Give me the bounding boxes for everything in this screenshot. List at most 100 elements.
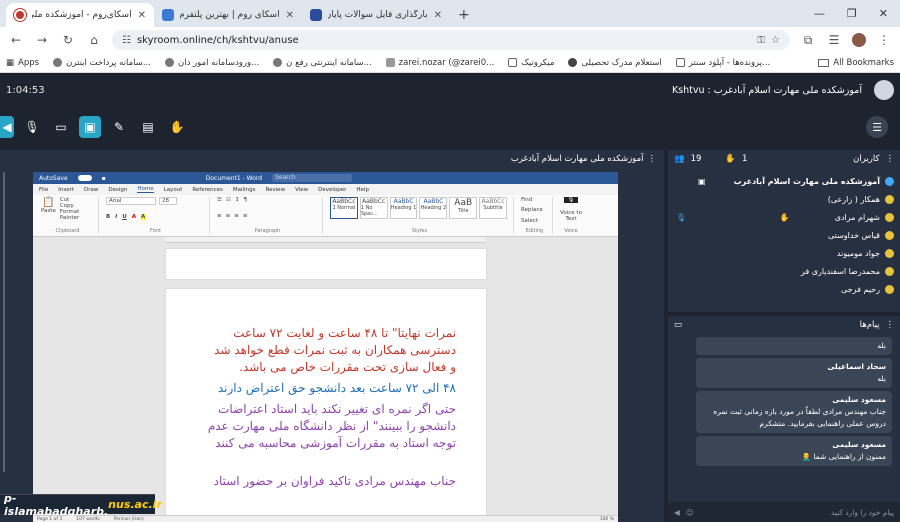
numbering-icon[interactable]: ☷ <box>226 197 231 203</box>
align-right-icon[interactable]: ≡ <box>234 213 239 219</box>
zoom-level[interactable]: 100 % <box>600 517 614 522</box>
user-row[interactable]: محمدرضا اسفندیاری فر <box>668 262 900 280</box>
site-info-icon[interactable]: ☷ <box>122 35 131 46</box>
user-row[interactable]: جواد مومیوند <box>668 244 900 262</box>
user-row[interactable]: قیاس خداوستی <box>668 226 900 244</box>
ribbon-tab-file[interactable]: File <box>39 187 48 193</box>
user-row[interactable]: ▣ آموزشکده ملی مهارت اسلام آبادغرب <box>668 172 900 190</box>
select-button[interactable]: Select <box>521 218 548 224</box>
bookmark-item[interactable]: استعلام مدرک تحصیلی <box>568 58 662 68</box>
font-color-icon[interactable]: A <box>132 214 136 220</box>
ribbon-tab-layout[interactable]: Layout <box>164 187 183 193</box>
raise-hand-icon[interactable]: ✋ <box>166 116 188 138</box>
reading-list-icon[interactable]: ☰ <box>826 33 842 47</box>
emoji-icon[interactable]: ☺ <box>686 508 694 517</box>
ribbon-tab-home[interactable]: Home <box>137 186 154 193</box>
browser-tab-skyroom[interactable]: اسکای‌روم - آموزشکده ملی مه ✕ <box>6 3 154 27</box>
ribbon-tab-draw[interactable]: Draw <box>84 187 98 193</box>
camera-off-icon[interactable]: ▭ <box>50 116 72 138</box>
back-icon[interactable]: ← <box>8 33 24 47</box>
voice-to-text-button[interactable]: Voice to Text <box>560 210 582 222</box>
ribbon-tab-developer[interactable]: Developer <box>318 187 346 193</box>
close-tab-icon[interactable]: ✕ <box>138 10 146 21</box>
underline-icon[interactable]: U <box>122 214 126 220</box>
user-row[interactable]: 🎙 ✋ شهرام مرادی <box>668 208 900 226</box>
pane-options-icon[interactable]: ⋮ <box>886 154 895 164</box>
user-row[interactable]: همکار ( زارعی) <box>668 190 900 208</box>
reload-icon[interactable]: ↻ <box>60 33 76 47</box>
style-subtitle[interactable]: AaBbCc Subtitle <box>479 197 507 219</box>
screen-share-icon[interactable]: ▣ <box>79 116 101 138</box>
close-tab-icon[interactable]: ✕ <box>434 10 442 21</box>
bookmark-item[interactable]: سامانه پرداخت اینترن... <box>53 58 151 68</box>
bookmark-item[interactable]: ورودسامانه امور دان... <box>164 58 259 68</box>
save-icon[interactable]: ▪ <box>102 175 106 182</box>
forward-icon[interactable]: → <box>34 33 50 47</box>
browser-menu-icon[interactable]: ⋮ <box>876 33 892 47</box>
menu-icon[interactable]: ☰ <box>866 116 888 138</box>
minimize-icon[interactable]: — <box>814 7 825 20</box>
font-name-select[interactable]: Arial <box>106 197 156 205</box>
find-button[interactable]: Find <box>521 197 548 203</box>
address-bar[interactable]: ☷ skyroom.online/ch/kshtvu/anuse ⚿ ☆ <box>112 30 790 50</box>
user-row[interactable]: رحیم فرجی <box>668 280 900 298</box>
bookmark-item[interactable]: پرونده‌ها - آپلود سنتر... <box>675 58 770 68</box>
new-tab-button[interactable]: + <box>450 3 478 27</box>
font-size-select[interactable]: 28 <box>159 197 177 205</box>
profile-avatar-icon[interactable] <box>852 33 866 47</box>
browser-tab-upload[interactable]: بارگذاری فایل سوالات پایان نیمسا ✕ <box>302 3 450 27</box>
files-icon[interactable]: ▤ <box>137 116 159 138</box>
close-window-icon[interactable]: ✕ <box>879 7 888 20</box>
style-no-spacing[interactable]: AaBbCc 1 No Spac... <box>359 197 388 219</box>
pane-options-icon[interactable]: ⋮ <box>886 320 895 330</box>
restore-icon[interactable]: ❐ <box>847 7 857 20</box>
password-key-icon[interactable]: ⚿ <box>757 35 765 46</box>
bookmark-star-icon[interactable]: ☆ <box>771 35 780 46</box>
align-left-icon[interactable]: ≡ <box>217 213 222 219</box>
ribbon-tab-review[interactable]: Review <box>265 187 285 193</box>
ribbon-tab-references[interactable]: References <box>192 187 223 193</box>
align-center-icon[interactable]: ≡ <box>226 213 231 219</box>
word-search[interactable]: Search <box>272 174 353 182</box>
microphone-off-icon[interactable]: 🎙 <box>21 116 43 138</box>
apps-bookmark[interactable]: ▦ Apps <box>6 58 39 68</box>
autosave-toggle[interactable] <box>77 175 92 181</box>
style-title[interactable]: AaB Title <box>449 197 478 219</box>
close-tab-icon[interactable]: ✕ <box>286 10 294 21</box>
ribbon-tab-view[interactable]: View <box>295 187 308 193</box>
bookmark-item[interactable]: zarei.nozar (@zarei0... <box>385 58 494 68</box>
brush-icon[interactable]: ✎ <box>108 116 130 138</box>
pane-options-icon[interactable]: ⋮ <box>648 154 657 164</box>
user-avatar[interactable] <box>874 80 894 100</box>
ribbon-tab-insert[interactable]: Insert <box>58 187 74 193</box>
ribbon-tab-mailings[interactable]: Mailings <box>233 187 256 193</box>
send-icon[interactable]: ◀ <box>674 508 680 517</box>
doc-page-current[interactable]: نمرات نهایتا" تا ۴۸ ساعت و لغایت ۷۲ ساعت… <box>165 288 487 522</box>
speaker-icon[interactable]: ◀ <box>0 116 14 138</box>
sort-icon[interactable]: ↕ <box>235 197 240 203</box>
bookmark-item[interactable]: میکروتیک <box>508 58 554 68</box>
extensions-icon[interactable]: ⧉ <box>800 33 816 48</box>
format-painter-button[interactable]: Format Painter <box>60 209 94 221</box>
chat-input[interactable]: ◀ ☺ پیام خود را وارد کنید <box>668 502 900 522</box>
bookmark-item[interactable]: سامانه اینترنتی رفع ن... <box>273 58 372 68</box>
highlight-icon[interactable]: A <box>140 213 146 220</box>
browser-tab-skyroom-site[interactable]: اسکای روم | بهترین پلتفرم برگزاری ✕ <box>154 3 302 27</box>
bold-icon[interactable]: B <box>106 214 110 220</box>
justify-icon[interactable]: ≡ <box>243 213 248 219</box>
style-normal[interactable]: AaBbCc 1 Normal <box>330 197 358 219</box>
paste-button[interactable]: 📋 Paste <box>41 197 56 221</box>
show-marks-icon[interactable]: ¶ <box>243 197 247 203</box>
ribbon-tab-help[interactable]: Help <box>356 187 369 193</box>
share-pane-scroll[interactable] <box>3 172 5 472</box>
bullets-icon[interactable]: ☰ <box>217 197 222 203</box>
all-bookmarks[interactable]: All Bookmarks <box>818 58 894 68</box>
style-heading-1[interactable]: AaBbC Heading 1 <box>389 197 418 219</box>
microphone-icon[interactable]: 🎙 <box>564 197 578 203</box>
replace-button[interactable]: Replace <box>521 207 548 213</box>
italic-icon[interactable]: I <box>115 214 117 220</box>
room-title: Kshtvu : آموزشکده ملی مهارت اسلام آبادغر… <box>672 80 894 100</box>
style-heading-2[interactable]: AaBbC Heading 2 <box>419 197 448 219</box>
ribbon-tab-design[interactable]: Design <box>108 187 127 193</box>
home-icon[interactable]: ⌂ <box>86 33 102 47</box>
